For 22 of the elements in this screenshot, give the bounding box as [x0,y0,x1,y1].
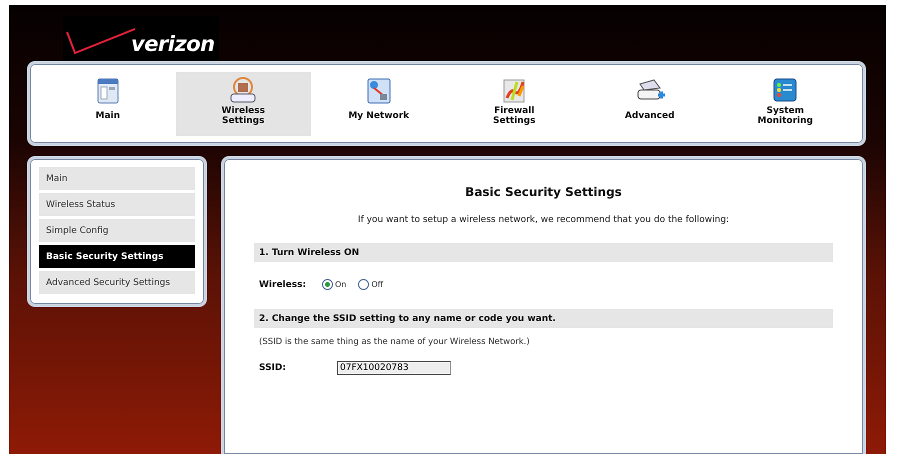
nav-tab[interactable]: Firewall Settings [446,72,582,136]
field-label: Wireless: [259,280,308,290]
nav-tab[interactable]: Main [40,72,176,136]
note-text: (SSID is the same thing as the name of your Wireless Network.) [258,337,531,347]
logo-text: verizon [131,32,215,56]
section-heading: 1. Turn Wireless ON [254,243,833,262]
sidebar-item[interactable]: Wireless Status [39,193,195,216]
radio-option[interactable]: On [322,279,346,290]
nav-tab[interactable]: System Monitoring [718,72,853,136]
sidebar-item[interactable]: Simple Config [39,219,195,242]
sidebar-item[interactable]: Advanced Security Settings [39,271,195,294]
nav-tab[interactable]: Advanced [582,72,718,136]
page-title: Basic Security Settings [464,185,623,199]
ssid-field[interactable]: 07FX10020783 [337,361,451,375]
intro-text: If you want to setup a wireless network, we recommend that you do the following: [356,215,730,225]
nav-tab[interactable]: Wireless Settings [176,72,311,136]
sidebar-item[interactable]: Basic Security Settings [39,245,195,268]
nav-tab[interactable]: My Network [311,72,446,136]
radio-option[interactable]: Off [358,279,384,290]
sidebar-item[interactable]: Main [39,167,195,190]
field-label: SSID: [259,363,287,373]
section-heading: 2. Change the SSID setting to any name or code you want. [254,309,833,328]
